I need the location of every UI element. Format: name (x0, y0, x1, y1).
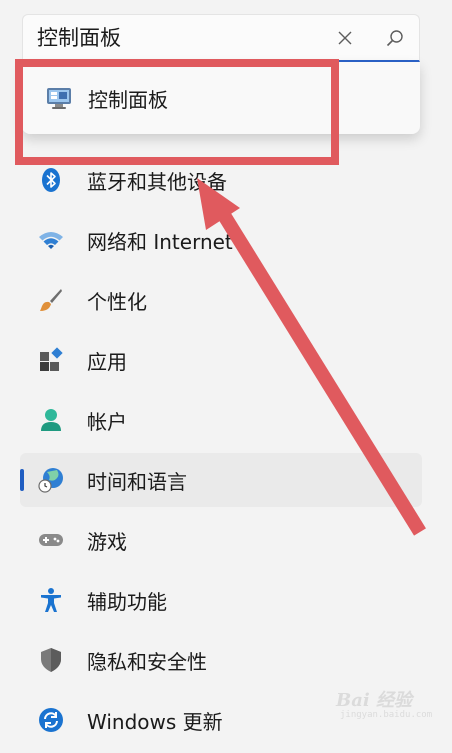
settings-nav: 蓝牙和其他设备 网络和 Internet 个性化 应用 帐户 时间和语言 游戏 … (20, 153, 422, 753)
nav-label-network: 网络和 Internet (87, 229, 233, 254)
nav-label-accounts: 帐户 (87, 409, 127, 434)
shield-icon (38, 647, 64, 673)
selected-indicator (20, 469, 24, 491)
search-input[interactable] (37, 21, 327, 53)
accessibility-icon (38, 587, 64, 613)
nav-label-apps: 应用 (87, 349, 127, 374)
nav-item-bluetooth[interactable]: 蓝牙和其他设备 (20, 153, 422, 207)
clear-search-button[interactable] (331, 24, 359, 52)
nav-item-time-language[interactable]: 时间和语言 (20, 453, 422, 507)
person-icon (38, 407, 64, 433)
search-icon (386, 30, 403, 47)
wifi-icon (38, 227, 64, 253)
globe-clock-icon (38, 467, 64, 493)
nav-item-network[interactable]: 网络和 Internet (20, 213, 422, 267)
nav-item-personalization[interactable]: 个性化 (20, 273, 422, 327)
bluetooth-icon (38, 167, 64, 193)
nav-label-gaming: 游戏 (87, 529, 127, 554)
brush-icon (38, 287, 64, 313)
nav-item-apps[interactable]: 应用 (20, 333, 422, 387)
nav-item-accounts[interactable]: 帐户 (20, 393, 422, 447)
suggestion-label: 控制面板 (88, 87, 168, 112)
update-icon (38, 707, 64, 733)
suggestion-control-panel[interactable]: 控制面板 (32, 76, 412, 120)
apps-icon (38, 347, 64, 373)
search-suggestions-panel: 控制面板 (22, 62, 420, 134)
gamepad-icon (38, 527, 64, 553)
nav-label-accessibility: 辅助功能 (87, 589, 167, 614)
control-panel-icon (44, 85, 74, 111)
nav-label-bluetooth: 蓝牙和其他设备 (87, 169, 227, 194)
settings-search-box (22, 14, 420, 62)
close-icon (338, 31, 352, 45)
search-button[interactable] (381, 24, 409, 52)
nav-item-gaming[interactable]: 游戏 (20, 513, 422, 567)
nav-label-time-language: 时间和语言 (87, 469, 187, 494)
nav-item-accessibility[interactable]: 辅助功能 (20, 573, 422, 627)
nav-item-privacy[interactable]: 隐私和安全性 (20, 633, 422, 687)
nav-label-privacy: 隐私和安全性 (87, 649, 207, 674)
nav-label-windows-update: Windows 更新 (87, 709, 223, 734)
nav-label-personalization: 个性化 (87, 289, 147, 314)
nav-item-windows-update[interactable]: Windows 更新 (20, 693, 422, 747)
